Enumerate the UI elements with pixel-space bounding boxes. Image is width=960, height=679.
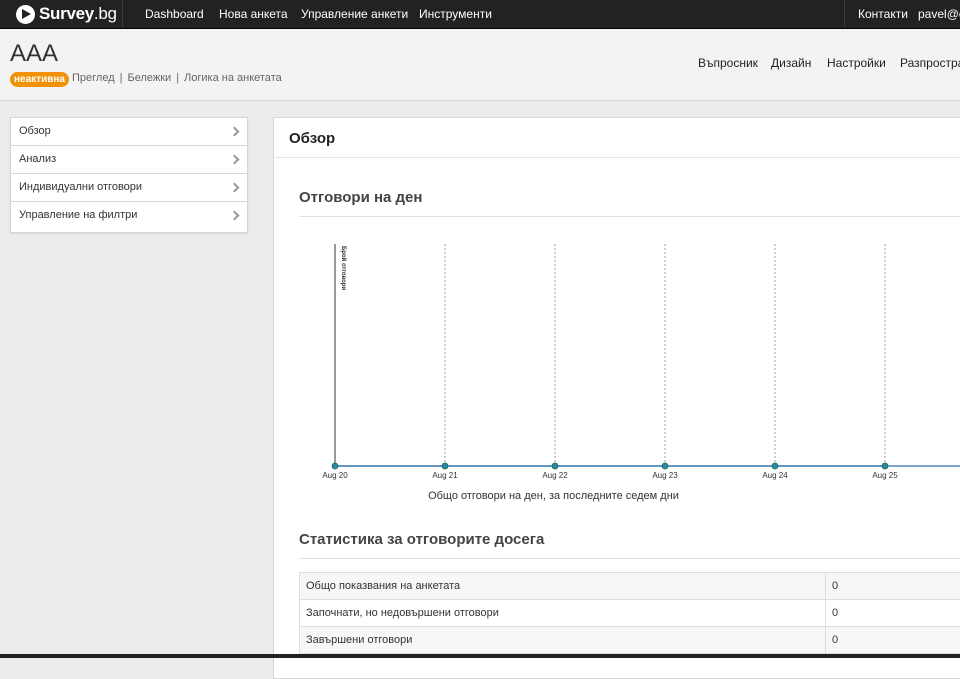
data-point: [772, 463, 778, 469]
stat-label: Завършени отговори: [300, 627, 826, 654]
chart-x-axis-label: Общо отговори на ден, за последните седе…: [274, 490, 808, 502]
nav-tools[interactable]: Инструменти: [419, 0, 492, 28]
stat-label: Започнати, но недовършени отговори: [300, 600, 826, 627]
stats-title: Статистика за отговорите досега: [299, 531, 544, 548]
link-survey-logic[interactable]: Логика на анкетата: [184, 72, 282, 84]
stat-label: Общо показвания на анкетата: [300, 573, 826, 600]
sidebar-item-label: Обзор: [19, 118, 51, 145]
chevron-right-icon: [230, 211, 240, 221]
x-tick-label: Aug 22: [542, 471, 568, 480]
table-row: Започнати, но недовършени отговори 0: [300, 600, 960, 627]
x-tick-label: Aug 20: [322, 471, 348, 480]
data-point: [332, 463, 338, 469]
survey-header: AAA неактивна Преглед | Бележки | Логика на …: [0, 29, 960, 101]
main-panel: Обзор Отговори на ден Брой отговориAug 2…: [273, 117, 960, 679]
data-point: [882, 463, 888, 469]
nav-user-account[interactable]: pavel@ca: [918, 0, 960, 28]
sidebar-item-analysis[interactable]: Анализ: [11, 146, 247, 174]
stat-value: 0: [826, 600, 960, 627]
data-point: [552, 463, 558, 469]
table-row: Общо показвания на анкетата 0: [300, 573, 960, 600]
survey-title: AAA: [10, 40, 58, 68]
x-tick-label: Aug 21: [432, 471, 458, 480]
stat-value: 0: [826, 627, 960, 654]
tab-settings[interactable]: Настройки: [827, 56, 886, 70]
data-point: [662, 463, 668, 469]
nav-divider-right: [844, 0, 845, 28]
link-separator: |: [120, 72, 123, 84]
status-badge: неактивна: [10, 72, 69, 87]
brand-name-light: .bg: [94, 4, 117, 24]
stats-table: Общо показвания на анкетата 0 Започнати,…: [299, 572, 960, 654]
chevron-right-icon: [230, 183, 240, 193]
tab-questionnaire[interactable]: Въпросник: [698, 56, 758, 70]
top-navbar: Survey.bg Dashboard Нова анкета Управлен…: [0, 0, 960, 29]
nav-divider: [122, 0, 123, 28]
data-point: [442, 463, 448, 469]
tab-design[interactable]: Дизайн: [771, 56, 811, 70]
nav-dashboard[interactable]: Dashboard: [145, 0, 204, 28]
x-tick-label: Aug 23: [652, 471, 678, 480]
play-logo-icon: [16, 5, 35, 24]
sidebar-item-label: Анализ: [19, 146, 56, 173]
chevron-right-icon: [230, 127, 240, 137]
table-row: Завършени отговори 0: [300, 627, 960, 654]
nav-new-survey[interactable]: Нова анкета: [219, 0, 288, 28]
sidebar-item-label: Индивидуални отговори: [19, 174, 142, 201]
bottom-edge: [0, 654, 960, 658]
sidebar-item-label: Управление на филтри: [19, 202, 137, 229]
link-notes[interactable]: Бележки: [127, 72, 171, 84]
responses-chart: Брой отговори Aug 20 Aug 21 Aug 22 Aug 23 Aug…: [274, 118, 960, 488]
chevron-right-icon: [230, 155, 240, 165]
divider: [299, 558, 960, 559]
x-tick-label: Aug 24: [762, 471, 788, 480]
brand-logo[interactable]: Survey.bg: [16, 3, 117, 25]
sidebar-item-filter-management[interactable]: Управление на филтри: [11, 202, 247, 229]
nav-manage-surveys[interactable]: Управление анкети: [301, 0, 408, 28]
sidebar-menu: Обзор Анализ Индивидуални отговори Управ…: [10, 117, 248, 233]
link-separator: |: [176, 72, 179, 84]
link-preview[interactable]: Преглед: [72, 72, 115, 84]
nav-contacts[interactable]: Контакти: [858, 0, 908, 28]
stat-value: 0: [826, 573, 960, 600]
x-tick-label: Aug 25: [872, 471, 898, 480]
y-axis-label: Брой отговори: [340, 246, 347, 290]
tab-distribution[interactable]: Разпростра: [900, 56, 960, 70]
sidebar-item-individual-responses[interactable]: Индивидуални отговори: [11, 174, 247, 202]
survey-sublinks: Преглед | Бележки | Логика на анкетата: [72, 72, 282, 84]
sidebar-item-overview[interactable]: Обзор: [11, 118, 247, 146]
brand-name-bold: Survey: [39, 4, 94, 24]
